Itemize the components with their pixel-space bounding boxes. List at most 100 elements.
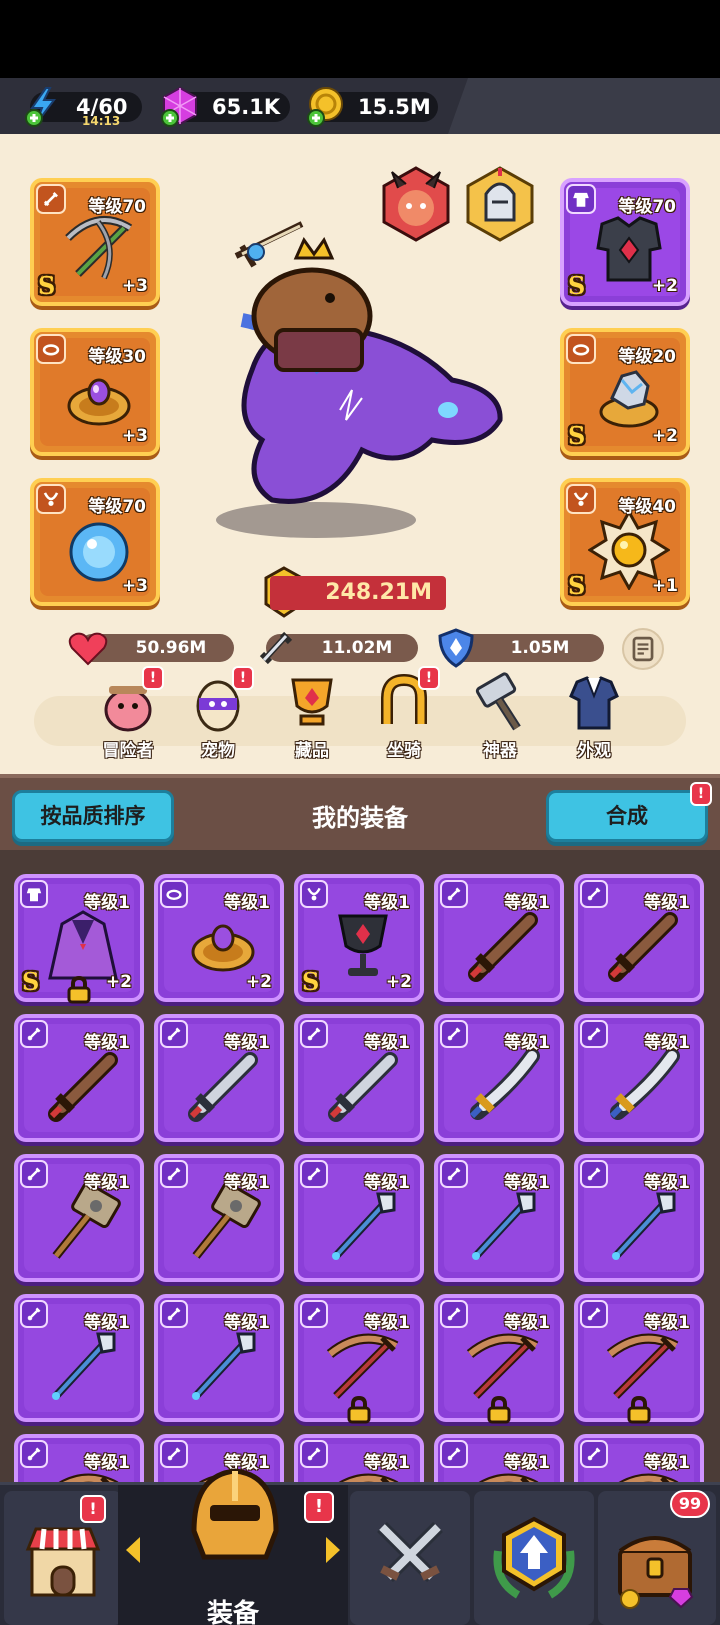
item-level: 等级70 bbox=[88, 497, 146, 517]
rank-badge: S bbox=[568, 271, 586, 300]
spear-icon bbox=[332, 1192, 396, 1260]
gold-counter[interactable]: 15.5M bbox=[307, 87, 438, 127]
item-level: 等级1 bbox=[364, 1453, 410, 1473]
inventory-item-card[interactable]: 等级1 bbox=[294, 1434, 424, 1482]
heart-icon bbox=[68, 632, 108, 666]
item-level: 等级1 bbox=[504, 893, 550, 913]
item-plus: +3 bbox=[121, 276, 148, 296]
item-level: 等级1 bbox=[84, 1453, 130, 1473]
item-level: 等级1 bbox=[84, 1033, 130, 1053]
menu-collection[interactable]: 藏品 bbox=[272, 672, 352, 762]
inventory-item-card[interactable]: 等级1 bbox=[154, 1014, 284, 1142]
nav-upgrade[interactable] bbox=[474, 1491, 594, 1625]
inventory-item-card[interactable]: 等级1 bbox=[434, 1154, 564, 1282]
treasure-chest-icon bbox=[618, 1536, 694, 1609]
lock-icon bbox=[347, 1396, 371, 1424]
item-level: 等级1 bbox=[504, 1313, 550, 1333]
inventory-item-card[interactable]: 等级1 bbox=[294, 1294, 424, 1424]
item-level: 等级1 bbox=[644, 893, 690, 913]
crossed-swords-icon bbox=[377, 1522, 443, 1582]
hero-capybara-on-dragon bbox=[216, 221, 503, 538]
item-level: 等级1 bbox=[504, 1453, 550, 1473]
item-level: 等级1 bbox=[84, 1313, 130, 1333]
lock-icon bbox=[627, 1396, 651, 1424]
rank-badge: S bbox=[568, 571, 586, 600]
equip-slot-necklace[interactable]: 等级70 +3 bbox=[30, 478, 160, 606]
menu-label: 外观 bbox=[577, 741, 611, 761]
chevron-left-icon[interactable] bbox=[122, 1535, 144, 1565]
menu-label: 神器 bbox=[483, 741, 517, 761]
hp-value: 50.96M bbox=[135, 638, 207, 658]
lock-icon bbox=[67, 976, 91, 1004]
gold-value: 15.5M bbox=[358, 95, 431, 119]
defense-stat: 1.05M bbox=[438, 628, 604, 668]
shield-icon bbox=[438, 628, 474, 668]
hammer-icon bbox=[52, 1184, 121, 1259]
inventory-item-card[interactable]: 等级1 bbox=[154, 1294, 284, 1422]
spear-icon bbox=[192, 1332, 256, 1400]
sort-by-quality-button[interactable]: 按品质排序 bbox=[12, 790, 174, 842]
inventory-item-card[interactable]: 等级1 bbox=[294, 1154, 424, 1282]
inventory-item-card[interactable]: 等级1 bbox=[434, 874, 564, 1002]
menu-appearance[interactable]: 外观 bbox=[554, 672, 634, 762]
inventory-item-card[interactable]: 等级1 bbox=[434, 1014, 564, 1142]
inventory-item-card[interactable]: 等级1 bbox=[574, 874, 704, 1002]
inventory-item-card[interactable]: 等级1 bbox=[574, 1014, 704, 1142]
bow-icon bbox=[466, 1333, 539, 1399]
merge-button[interactable]: 合成 bbox=[546, 790, 708, 842]
inventory-item-card[interactable]: 等级1 +2 S bbox=[14, 874, 144, 1004]
inventory-item-card[interactable]: 等级1 bbox=[14, 1014, 144, 1142]
alert-badge: ! bbox=[142, 666, 164, 690]
rank-badge: S bbox=[22, 967, 40, 996]
hero-panel: 等级70 +3 S 等级30 +3 等级70 +3 等级70 +2 S 等级20… bbox=[0, 134, 720, 774]
lightning-icon bbox=[25, 87, 56, 127]
hp-stat: 50.96M bbox=[68, 632, 234, 666]
inventory-item-card[interactable]: 等级1 +2 bbox=[154, 874, 284, 1002]
energy-counter[interactable]: 4/60 14:13 bbox=[25, 87, 142, 128]
menu-adventurer[interactable]: 冒险者 ! bbox=[88, 666, 168, 762]
menu-artifact[interactable]: 神器 bbox=[460, 672, 540, 762]
equip-slot-necklace-2[interactable]: 等级40 +1 S bbox=[560, 478, 690, 606]
menu-pets[interactable]: 宠物 ! bbox=[178, 666, 258, 762]
item-level: 等级20 bbox=[618, 347, 676, 367]
inventory-item-card[interactable]: 等级1 +2 S bbox=[294, 874, 424, 1002]
chevron-right-icon[interactable] bbox=[322, 1535, 344, 1565]
item-level: 等级1 bbox=[224, 1313, 270, 1333]
rank-badge: S bbox=[568, 421, 586, 450]
gems-counter[interactable]: 65.1K bbox=[161, 86, 290, 127]
item-level: 等级1 bbox=[224, 893, 270, 913]
wood-sword-icon bbox=[468, 912, 538, 982]
item-level: 等级70 bbox=[618, 197, 676, 217]
item-level: 等级40 bbox=[618, 497, 676, 517]
equip-slot-ring-2[interactable]: 等级20 +2 S bbox=[560, 328, 690, 456]
inventory-item-card[interactable]: 等级1 bbox=[574, 1154, 704, 1282]
equip-slot-armor[interactable]: 等级70 +2 S bbox=[560, 178, 690, 306]
gold-sword-icon bbox=[609, 1048, 680, 1120]
inventory-item-card[interactable]: 等级1 bbox=[434, 1294, 564, 1424]
spear-icon bbox=[52, 1332, 116, 1400]
menu-mount[interactable]: 坐骑 ! bbox=[364, 666, 444, 762]
inventory-item-card[interactable]: 等级1 bbox=[154, 1154, 284, 1282]
inventory-item-card[interactable]: 等级1 bbox=[574, 1434, 704, 1482]
inventory-item-card[interactable]: 等级1 bbox=[294, 1014, 424, 1142]
equip-alert-badge: ! bbox=[304, 1491, 334, 1523]
sword-icon bbox=[259, 631, 293, 665]
equip-slot-weapon[interactable]: 等级70 +3 S bbox=[30, 178, 160, 306]
nav-battle[interactable] bbox=[350, 1491, 470, 1625]
item-level: 等级1 bbox=[504, 1033, 550, 1053]
hammer-icon bbox=[192, 1184, 261, 1259]
inventory-header: 按品质排序 我的装备 合成 ! bbox=[0, 774, 720, 850]
item-level: 等级1 bbox=[224, 1033, 270, 1053]
inventory-item-card[interactable]: 等级1 bbox=[434, 1434, 564, 1482]
inventory-item-card[interactable]: 等级1 bbox=[14, 1434, 144, 1482]
equip-slot-ring[interactable]: 等级30 +3 bbox=[30, 328, 160, 456]
wood-sword-icon bbox=[608, 912, 678, 982]
bottom-navigation: ! 装备 ! bbox=[0, 1468, 720, 1625]
inventory-item-card[interactable]: 等级1 bbox=[574, 1294, 704, 1424]
inventory-item-card[interactable]: 等级1 bbox=[14, 1294, 144, 1422]
stats-detail-button[interactable] bbox=[622, 628, 664, 670]
inventory-item-card[interactable]: 等级1 bbox=[14, 1154, 144, 1282]
inventory-grid: 等级1 +2 S 等级1 +2 等级1 +2 S 等级1 等级1 等级1 等级1 等级1 等级1 等级1 等级… bbox=[0, 850, 720, 1482]
topbar-decoration bbox=[448, 78, 720, 134]
iron-sword-icon bbox=[328, 1052, 398, 1122]
